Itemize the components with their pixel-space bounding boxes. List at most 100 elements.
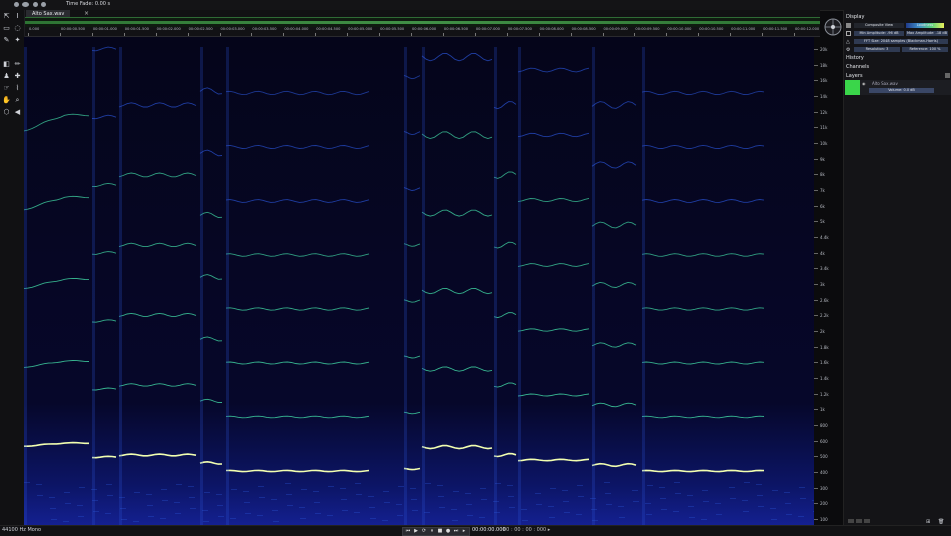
target-icon[interactable] bbox=[41, 2, 46, 7]
harmonic-stroke bbox=[204, 492, 210, 493]
timecode-fields[interactable]: 00 : 00 : 00 : 000 ▸ bbox=[503, 527, 550, 533]
text-cursor-icon[interactable]: I bbox=[13, 12, 22, 21]
eraser-icon[interactable]: ◧ bbox=[2, 60, 11, 69]
rewind-icon[interactable]: ⏮ bbox=[404, 528, 412, 535]
zoom-icon[interactable]: ⌕ bbox=[13, 96, 22, 105]
harmonic-stroke bbox=[465, 493, 471, 494]
heal-icon[interactable]: ✚ bbox=[13, 72, 22, 81]
play-icon[interactable]: ▶ bbox=[412, 528, 420, 535]
layer-menu-icon[interactable] bbox=[945, 73, 950, 78]
frequency-label: 2.6k bbox=[820, 297, 829, 303]
pencil-icon[interactable]: ✏ bbox=[13, 60, 22, 69]
panel-button-3[interactable] bbox=[864, 519, 870, 523]
record-icon[interactable]: ● bbox=[444, 528, 452, 535]
smudge-icon[interactable]: ☞ bbox=[2, 84, 11, 93]
frequency-label: 1.6k bbox=[820, 360, 829, 366]
forward-icon[interactable]: ⏭ bbox=[452, 528, 460, 535]
record-dot-icon[interactable] bbox=[14, 2, 19, 7]
harmonic-stroke bbox=[147, 505, 153, 506]
stamp-icon[interactable]: ♟ bbox=[2, 72, 11, 81]
frequency-tick bbox=[814, 456, 818, 458]
harmonic-stroke bbox=[24, 47, 27, 525]
pause-icon[interactable]: ⏸ bbox=[428, 528, 436, 535]
hand-icon[interactable]: ✋ bbox=[2, 96, 11, 105]
harmonic-stroke bbox=[107, 495, 113, 496]
frequency-tick bbox=[814, 331, 818, 332]
circle-icon[interactable] bbox=[33, 2, 38, 7]
reference-slider[interactable]: Reference: 100 % bbox=[902, 47, 948, 52]
spectrogram-canvas[interactable] bbox=[23, 37, 819, 525]
time-ruler[interactable]: 0.000 00:00:00.500 00:00:01.000 00:00:01.50… bbox=[24, 27, 820, 37]
display-title: Display bbox=[846, 14, 865, 20]
harmonic-stroke bbox=[618, 506, 624, 507]
magic-wand-icon[interactable]: ✦ bbox=[13, 36, 22, 45]
ruler-tick-mark bbox=[474, 33, 476, 36]
loop-icon[interactable]: ⟳ bbox=[420, 528, 428, 535]
frequency-label: 8k bbox=[820, 172, 825, 178]
history-title[interactable]: History bbox=[846, 55, 864, 61]
harmonic-stroke bbox=[383, 491, 389, 492]
resolution-slider[interactable]: Resolution: 3 bbox=[854, 47, 900, 52]
harmonic-stroke bbox=[647, 485, 653, 486]
skip-end-icon[interactable]: ▸ bbox=[460, 528, 468, 535]
frequency-tick bbox=[814, 96, 818, 97]
harmonic-stroke bbox=[328, 486, 334, 487]
navigation-wheel-icon[interactable] bbox=[823, 17, 843, 37]
frequency-label: 4k bbox=[820, 250, 825, 256]
frequency-label: 200 bbox=[820, 501, 828, 507]
channels-title[interactable]: Channels bbox=[846, 64, 869, 70]
fft-size-select[interactable]: FFT Size: 2048 samples (Blackman-Harris) bbox=[854, 39, 948, 44]
colormap-select[interactable]: Loudness bbox=[906, 23, 944, 28]
harmonic-stroke bbox=[451, 509, 457, 510]
triangle-icon[interactable]: △ bbox=[846, 39, 850, 45]
gear-icon[interactable]: ⚙ bbox=[846, 47, 850, 53]
harmonic-stroke bbox=[604, 482, 610, 483]
panel-button-2[interactable] bbox=[856, 519, 862, 523]
ruler-tick-label: 0.000 bbox=[29, 27, 40, 31]
harmonic-stroke bbox=[342, 510, 348, 511]
harmonic-stroke bbox=[493, 501, 499, 502]
harmonic-stroke bbox=[243, 491, 249, 492]
harmonic-stroke bbox=[301, 489, 307, 490]
view-icon[interactable] bbox=[846, 23, 851, 28]
harmonic-stroke bbox=[273, 521, 279, 522]
dropper-icon[interactable]: ⌇ bbox=[13, 84, 22, 93]
rectangle-select-icon[interactable]: ▭ bbox=[2, 24, 11, 33]
timecode-display[interactable]: 00:00:00.000 bbox=[472, 527, 506, 533]
stop-icon[interactable]: ■ bbox=[436, 528, 444, 535]
time-fade-readout[interactable]: Time Fade: 0.00 s bbox=[66, 1, 110, 7]
brush-icon[interactable]: ✎ bbox=[2, 36, 11, 45]
layer-thumbnail bbox=[845, 80, 860, 95]
harmonic-stroke bbox=[368, 496, 374, 497]
overview-waveform bbox=[24, 21, 820, 24]
harmonic-stroke bbox=[160, 518, 166, 519]
checkbox-icon[interactable] bbox=[846, 31, 851, 36]
layer-row[interactable]: ◉ Alto Sax.wav Volume: 0.0 dB bbox=[845, 80, 951, 95]
layer-volume-slider[interactable]: Volume: 0.0 dB bbox=[869, 88, 934, 93]
harmonic-stroke bbox=[244, 502, 250, 503]
min-amplitude-slider[interactable]: Min Amplitude: -96 dB bbox=[854, 31, 904, 36]
harmonic-stroke bbox=[49, 497, 55, 498]
max-amplitude-slider[interactable]: Max Amplitude: -18 dB bbox=[906, 31, 948, 36]
cube-icon[interactable]: ⬡ bbox=[2, 108, 11, 117]
harmonic-stroke bbox=[92, 47, 95, 525]
frequency-tick bbox=[814, 111, 818, 113]
harmonic-stroke bbox=[258, 486, 264, 487]
layers-title[interactable]: Layers bbox=[846, 73, 863, 79]
bottom-bar: 44100 Hz Mono ⏮ ▶ ⟳ ⏸ ■ ● ⏭ ▸ 00:00:00.0… bbox=[0, 525, 951, 536]
eye-icon[interactable] bbox=[22, 2, 29, 7]
spectrogram-view[interactable] bbox=[23, 37, 819, 525]
harmonic-stroke bbox=[756, 484, 762, 485]
harmonic-stroke bbox=[226, 47, 229, 525]
composite-view-select[interactable]: Composite View bbox=[854, 23, 904, 28]
pointer-icon[interactable]: ⇱ bbox=[2, 12, 11, 21]
frequency-tick bbox=[814, 393, 818, 395]
layer-visibility-icon[interactable]: ◉ bbox=[862, 81, 866, 86]
speaker-icon[interactable]: ◀ bbox=[13, 108, 22, 117]
ruler-tick-mark bbox=[730, 33, 732, 36]
frequency-label: 5k bbox=[820, 219, 825, 225]
ruler-tick-label: 00:00:06.000 bbox=[412, 27, 437, 31]
ruler-tick-label: 00:00:12.000 bbox=[795, 27, 820, 31]
lasso-icon[interactable]: ◌ bbox=[13, 24, 22, 33]
panel-button-1[interactable] bbox=[848, 519, 854, 523]
